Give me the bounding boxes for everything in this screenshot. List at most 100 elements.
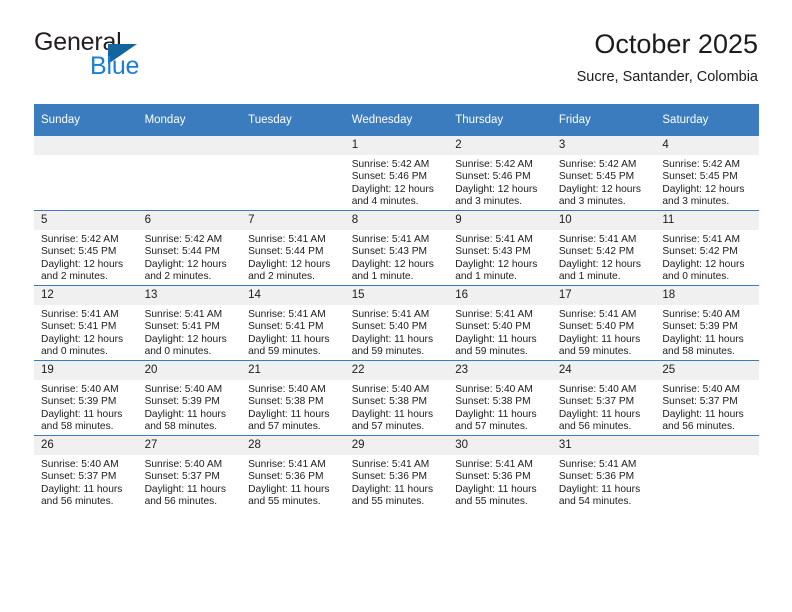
sunset-text: Sunset: 5:43 PM	[351, 246, 428, 258]
calendar-day-cell[interactable]: 24 Sunrise: 5:40 AM Sunset: 5:37 PM Dayligh…	[551, 360, 656, 436]
day-number: 10	[551, 211, 656, 230]
day-details: Sunrise: 5:41 AM Sunset: 5:44 PM Daylight:…	[241, 230, 345, 284]
day-details: Sunrise: 5:41 AM Sunset: 5:36 PM Daylight:…	[345, 455, 449, 509]
day-details: Sunrise: 5:42 AM Sunset: 5:45 PM Daylight:…	[34, 230, 138, 284]
calendar-day-cell[interactable]: 13 Sunrise: 5:41 AM Sunset: 5:41 PM Dayligh…	[137, 285, 242, 361]
sunrise-text: Sunrise: 5:40 AM	[41, 459, 119, 470]
calendar-day-cell[interactable]: 10 Sunrise: 5:41 AM Sunset: 5:42 PM Dayligh…	[551, 210, 656, 286]
sunset-text: Sunset: 5:36 PM	[558, 471, 635, 483]
sunset-text: Sunset: 5:46 PM	[351, 171, 428, 183]
calendar-day-cell[interactable]: 27 Sunrise: 5:40 AM Sunset: 5:37 PM Dayligh…	[137, 435, 242, 510]
sunset-text: Sunset: 5:40 PM	[351, 321, 428, 333]
weekday-header-monday: Monday	[137, 104, 242, 136]
sunrise-text: Sunrise: 5:40 AM	[248, 384, 326, 395]
day-number: 16	[448, 286, 552, 305]
calendar-day-cell[interactable]: 8 Sunrise: 5:41 AM Sunset: 5:43 PM Daylight…	[344, 210, 449, 286]
sunrise-text: Sunrise: 5:41 AM	[455, 459, 533, 470]
calendar-day-cell[interactable]: 29 Sunrise: 5:41 AM Sunset: 5:36 PM Dayligh…	[344, 435, 449, 510]
calendar-day-cell[interactable]: 14 Sunrise: 5:41 AM Sunset: 5:41 PM Dayligh…	[241, 285, 345, 361]
day-number	[34, 136, 138, 155]
sunrise-text: Sunrise: 5:42 AM	[144, 234, 223, 245]
day-number: 9	[448, 211, 552, 230]
day-details: Sunrise: 5:40 AM Sunset: 5:39 PM Daylight:…	[34, 380, 138, 434]
calendar-day-cell-empty	[34, 135, 138, 211]
sunset-text: Sunset: 5:39 PM	[41, 396, 117, 408]
title-block: October 2025 Sucre, Santander, Colombia	[577, 28, 758, 86]
sunset-text: Sunset: 5:43 PM	[455, 246, 531, 258]
calendar-day-cell[interactable]: 11 Sunrise: 5:41 AM Sunset: 5:42 PM Dayligh…	[655, 210, 759, 286]
day-details: Sunrise: 5:41 AM Sunset: 5:36 PM Daylight:…	[241, 455, 345, 509]
day-details: Sunrise: 5:40 AM Sunset: 5:38 PM Daylight:…	[345, 380, 449, 434]
calendar-day-cell[interactable]: 7 Sunrise: 5:41 AM Sunset: 5:44 PM Daylight…	[241, 210, 345, 286]
daylight-text: Daylight: 11 hours and 58 minutes.	[144, 408, 226, 433]
daylight-text: Daylight: 12 hours and 1 minute.	[455, 258, 538, 283]
day-details: Sunrise: 5:40 AM Sunset: 5:37 PM Daylight:…	[138, 455, 242, 509]
sunset-text: Sunset: 5:37 PM	[558, 396, 635, 408]
day-details: Sunrise: 5:41 AM Sunset: 5:43 PM Daylight:…	[448, 230, 552, 284]
page-header: General Blue October 2025 Sucre, Santand…	[34, 28, 758, 94]
sunrise-text: Sunrise: 5:41 AM	[558, 459, 637, 470]
day-details: Sunrise: 5:41 AM Sunset: 5:43 PM Daylight:…	[345, 230, 449, 284]
sunrise-text: Sunrise: 5:42 AM	[558, 159, 637, 170]
calendar-day-cell[interactable]: 28 Sunrise: 5:41 AM Sunset: 5:36 PM Dayligh…	[241, 435, 345, 510]
day-number: 2	[448, 136, 552, 155]
day-number: 13	[137, 286, 242, 305]
sunset-text: Sunset: 5:38 PM	[351, 396, 428, 408]
calendar-day-cell[interactable]: 16 Sunrise: 5:41 AM Sunset: 5:40 PM Dayligh…	[448, 285, 552, 361]
day-number: 7	[241, 211, 345, 230]
calendar-day-cell[interactable]: 23 Sunrise: 5:40 AM Sunset: 5:38 PM Dayligh…	[448, 360, 552, 436]
day-details: Sunrise: 5:41 AM Sunset: 5:36 PM Daylight:…	[448, 455, 552, 509]
day-number: 15	[344, 286, 449, 305]
sunset-text: Sunset: 5:39 PM	[662, 321, 738, 333]
calendar-day-cell[interactable]: 25 Sunrise: 5:40 AM Sunset: 5:37 PM Dayligh…	[655, 360, 759, 436]
logo-text-blue: Blue	[90, 52, 140, 80]
sunrise-text: Sunrise: 5:41 AM	[248, 459, 326, 470]
day-number	[241, 136, 345, 155]
calendar-day-cell[interactable]: 2 Sunrise: 5:42 AM Sunset: 5:46 PM Daylight…	[448, 135, 552, 211]
calendar-day-cell[interactable]: 3 Sunrise: 5:42 AM Sunset: 5:45 PM Daylight…	[551, 135, 656, 211]
calendar-day-cell[interactable]: 6 Sunrise: 5:42 AM Sunset: 5:44 PM Daylight…	[137, 210, 242, 286]
calendar-week-row: 19 Sunrise: 5:40 AM Sunset: 5:39 PM Dayligh…	[34, 360, 759, 436]
day-number: 29	[344, 436, 449, 455]
sunrise-text: Sunrise: 5:42 AM	[662, 159, 740, 170]
daylight-text: Daylight: 11 hours and 56 minutes.	[41, 483, 123, 508]
day-details: Sunrise: 5:41 AM Sunset: 5:41 PM Daylight:…	[34, 305, 138, 359]
sunset-text: Sunset: 5:40 PM	[558, 321, 635, 333]
calendar-day-cell[interactable]: 26 Sunrise: 5:40 AM Sunset: 5:37 PM Dayligh…	[34, 435, 138, 510]
calendar-day-cell[interactable]: 30 Sunrise: 5:41 AM Sunset: 5:36 PM Dayligh…	[448, 435, 552, 510]
day-details: Sunrise: 5:41 AM Sunset: 5:40 PM Daylight:…	[345, 305, 449, 359]
sunset-text: Sunset: 5:38 PM	[455, 396, 531, 408]
calendar-day-cell[interactable]: 5 Sunrise: 5:42 AM Sunset: 5:45 PM Daylight…	[34, 210, 138, 286]
calendar-week-row: 5 Sunrise: 5:42 AM Sunset: 5:45 PM Daylight…	[34, 210, 759, 286]
calendar-day-cell[interactable]: 19 Sunrise: 5:40 AM Sunset: 5:39 PM Dayligh…	[34, 360, 138, 436]
calendar-day-cell[interactable]: 17 Sunrise: 5:41 AM Sunset: 5:40 PM Dayligh…	[551, 285, 656, 361]
day-number: 25	[655, 361, 759, 380]
daylight-text: Daylight: 12 hours and 0 minutes.	[41, 333, 124, 358]
calendar-day-cell-empty	[655, 435, 759, 510]
day-details: Sunrise: 5:41 AM Sunset: 5:36 PM Daylight:…	[552, 455, 656, 509]
sunrise-text: Sunrise: 5:40 AM	[351, 384, 430, 395]
calendar-day-cell[interactable]: 1 Sunrise: 5:42 AM Sunset: 5:46 PM Daylight…	[344, 135, 449, 211]
calendar-day-cell[interactable]: 31 Sunrise: 5:41 AM Sunset: 5:36 PM Dayligh…	[551, 435, 656, 510]
day-number: 18	[655, 286, 759, 305]
day-number: 1	[344, 136, 449, 155]
sunrise-text: Sunrise: 5:42 AM	[351, 159, 430, 170]
daylight-text: Daylight: 12 hours and 0 minutes.	[144, 333, 227, 358]
sunrise-text: Sunrise: 5:40 AM	[144, 459, 223, 470]
sunrise-text: Sunrise: 5:41 AM	[558, 309, 637, 320]
calendar-day-cell[interactable]: 22 Sunrise: 5:40 AM Sunset: 5:38 PM Dayligh…	[344, 360, 449, 436]
sunset-text: Sunset: 5:45 PM	[41, 246, 117, 258]
calendar-day-cell[interactable]: 18 Sunrise: 5:40 AM Sunset: 5:39 PM Dayligh…	[655, 285, 759, 361]
day-details: Sunrise: 5:40 AM Sunset: 5:37 PM Daylight:…	[552, 380, 656, 434]
calendar-day-cell[interactable]: 12 Sunrise: 5:41 AM Sunset: 5:41 PM Dayligh…	[34, 285, 138, 361]
calendar-day-cell[interactable]: 9 Sunrise: 5:41 AM Sunset: 5:43 PM Daylight…	[448, 210, 552, 286]
sunrise-text: Sunrise: 5:40 AM	[558, 384, 637, 395]
calendar-day-cell[interactable]: 21 Sunrise: 5:40 AM Sunset: 5:38 PM Dayligh…	[241, 360, 345, 436]
calendar-day-cell[interactable]: 20 Sunrise: 5:40 AM Sunset: 5:39 PM Dayligh…	[137, 360, 242, 436]
calendar-day-cell[interactable]: 15 Sunrise: 5:41 AM Sunset: 5:40 PM Dayligh…	[344, 285, 449, 361]
sunset-text: Sunset: 5:39 PM	[144, 396, 220, 408]
general-blue-logo: General Blue	[34, 28, 294, 88]
calendar-day-cell[interactable]: 4 Sunrise: 5:42 AM Sunset: 5:45 PM Daylight…	[655, 135, 759, 211]
day-number: 3	[551, 136, 656, 155]
day-number: 26	[34, 436, 138, 455]
